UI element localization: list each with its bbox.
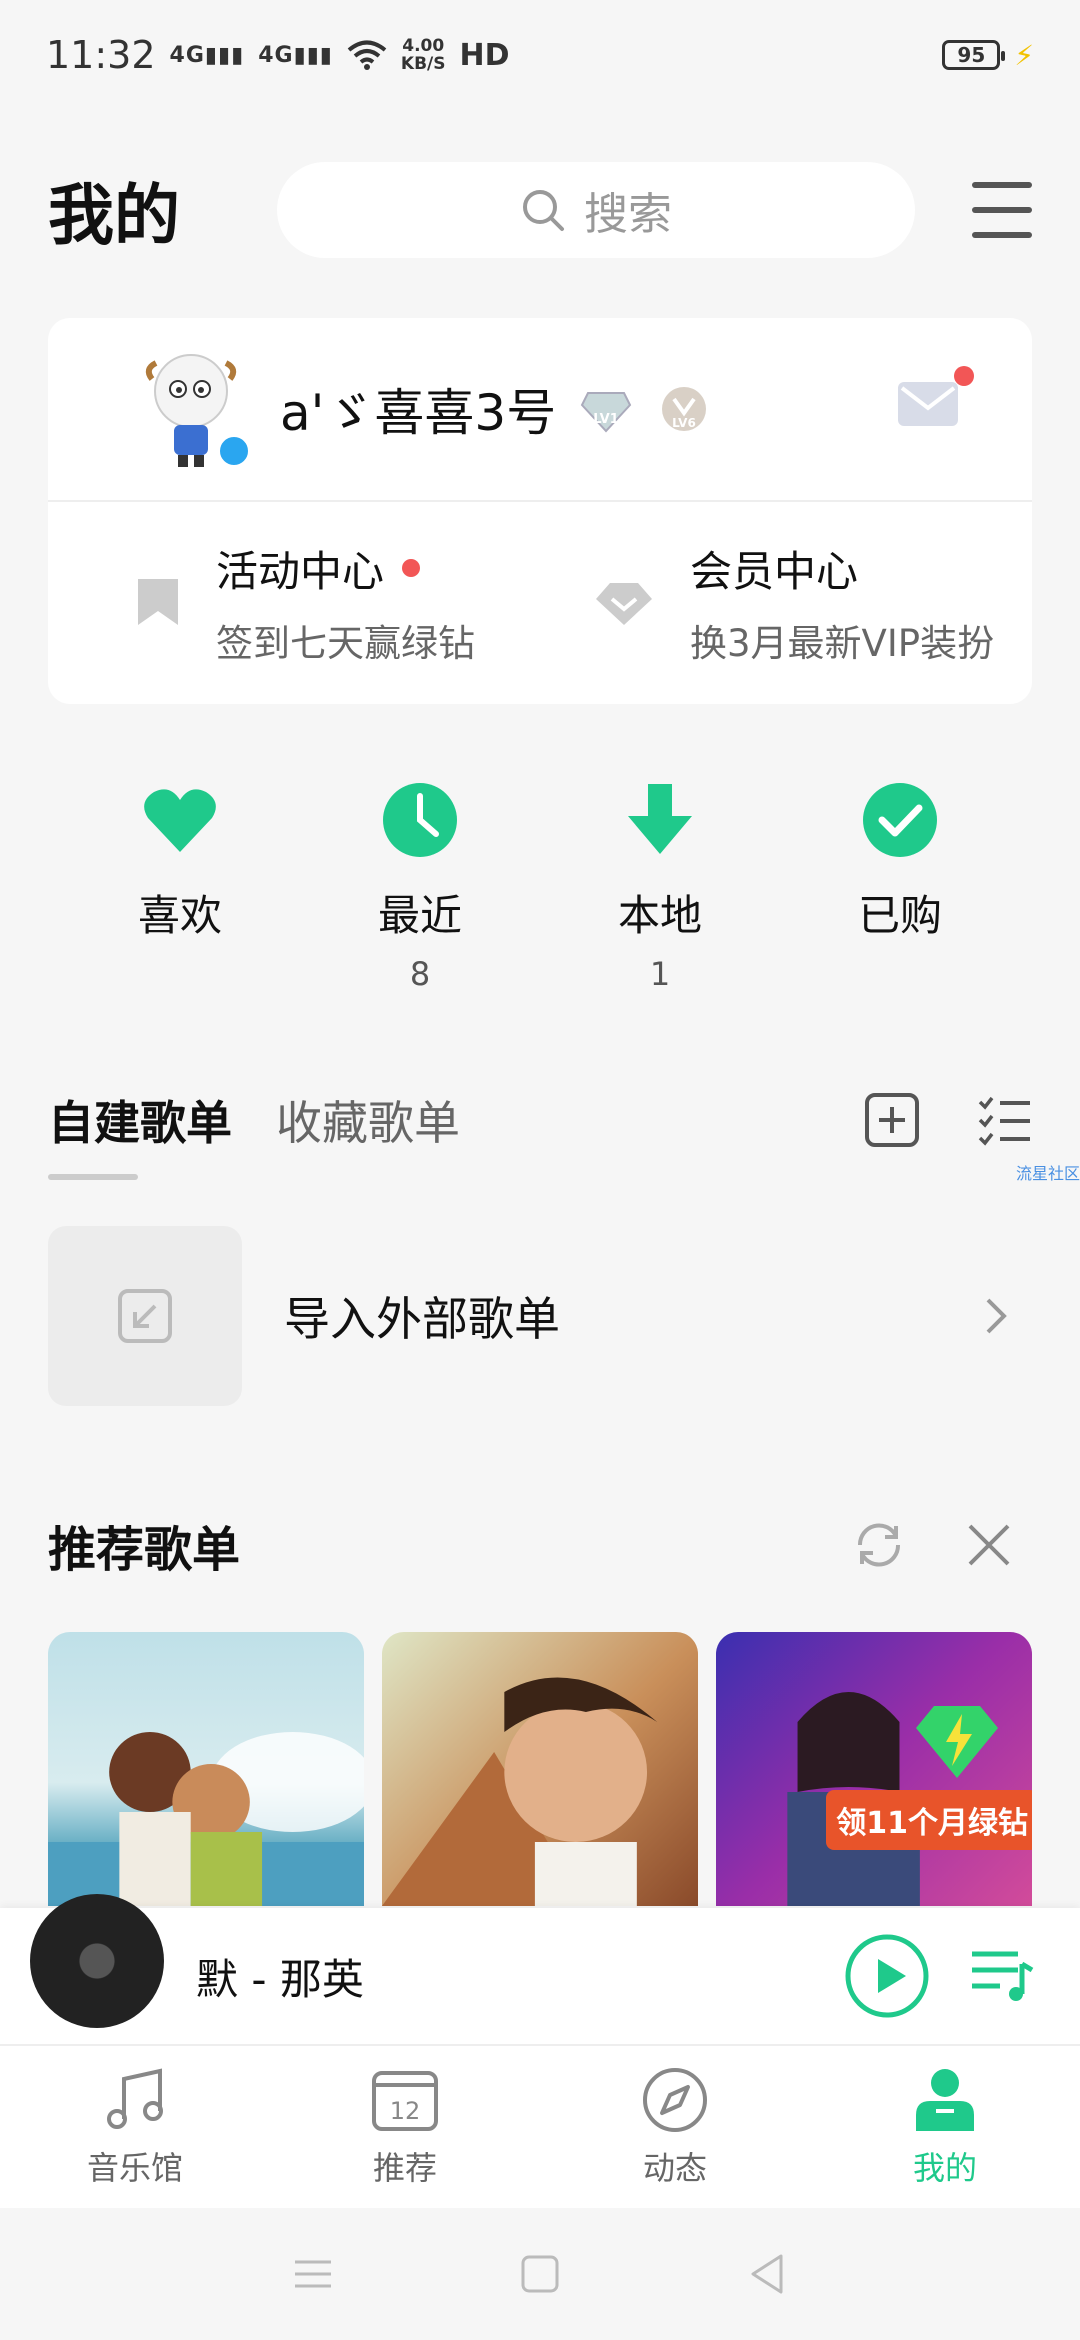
nav-recommend[interactable]: 12 推荐 [270,2046,540,2208]
level-badge-icon[interactable]: LV1 [578,383,634,435]
refresh-icon[interactable] [852,1518,906,1572]
user-icon [916,2069,974,2131]
profile-card: a'ゞ喜喜3号 LV1 LV6 活动中心 签到七天赢绿钻 会员中心 换3月最新V… [48,318,1032,704]
nav-mine[interactable]: 我的 [810,2046,1080,2208]
quick-action-label: 已购 [857,891,942,940]
nav-label: 动态 [642,2149,707,2187]
recent-apps-icon[interactable] [291,2252,335,2296]
profile-row[interactable]: a'ゞ喜喜3号 LV1 LV6 [48,318,1032,502]
import-icon [118,1289,172,1343]
vip-center[interactable]: 会员中心 换3月最新VIP装扮 [574,538,1032,667]
vip-level-badge-icon[interactable]: LV6 [656,383,712,435]
heart-icon [144,789,216,852]
network-speed: 4.00 KB/S [400,36,446,74]
nav-music-hall[interactable]: 音乐馆 [0,2046,270,2208]
music-note-icon [107,2068,163,2129]
nav-feed[interactable]: 动态 [540,2046,810,2208]
bookmark-icon [138,579,178,625]
quick-action-like[interactable]: 喜欢 [80,780,280,995]
home-icon[interactable] [518,2252,562,2296]
tab-indicator [48,1174,138,1180]
playlist-tabs: 自建歌单 收藏歌单 [48,1080,1032,1160]
green-diamond-icon [916,1706,998,1778]
search-placeholder: 搜索 [583,189,672,240]
back-icon[interactable] [745,2252,789,2296]
recommended-playlist-card[interactable]: 领11个月绿钻 [716,1632,1032,1906]
page-header: 我的 搜索 [48,160,1032,260]
compass-icon [643,2068,707,2132]
activity-center-title: 活动中心 [216,546,385,596]
quick-action-local[interactable]: 本地 1 [560,780,760,995]
svg-text:12: 12 [390,2097,421,2125]
vip-center-subtitle: 换3月最新VIP装扮 [690,621,995,665]
playlist-queue-icon[interactable] [970,1948,1036,2004]
import-playlist-row[interactable]: 导入外部歌单 [48,1226,1032,1406]
svg-text:LV1: LV1 [593,412,619,427]
username: a'ゞ喜喜3号 [280,384,557,442]
tab-created-playlists[interactable]: 自建歌单 [48,1087,232,1153]
wifi-icon [347,40,387,70]
status-time: 11:32 [46,33,156,77]
album-cover[interactable] [30,1894,164,2028]
close-icon[interactable] [962,1518,1016,1572]
status-bar: 11:32 4G▮▮▮ 4G▮▮▮ 4.00 KB/S HD 95 ⚡ [0,0,1080,110]
verified-badge-icon [216,433,252,469]
notification-dot [402,559,421,577]
hd-indicator: HD [459,37,510,73]
add-playlist-icon[interactable] [864,1092,920,1148]
avatar[interactable] [136,349,252,469]
signal-icon-2: 4G▮▮▮ [258,42,333,68]
watermark: 流星社区 [1015,1164,1080,1183]
recommended-header: 推荐歌单 [48,1508,1032,1582]
mail-icon[interactable] [896,366,974,428]
charging-icon: ⚡ [1014,38,1034,72]
quick-action-purchased[interactable]: 已购 [800,780,1000,995]
mini-player[interactable]: 默 - 那英 [0,1894,1080,2044]
chevron-right-icon [986,1298,1007,1334]
bottom-nav: 音乐馆 12 推荐 动态 我的 [0,2044,1080,2208]
nav-label: 音乐馆 [86,2149,183,2187]
quick-action-label: 喜欢 [137,891,222,940]
vip-center-title: 会员中心 [690,546,859,596]
quick-action-count: 1 [649,955,671,993]
recommended-grid: 领11个月绿钻 [48,1632,1032,1906]
nav-label: 推荐 [372,2149,437,2187]
quick-actions: 喜欢 最近 8 本地 1 已购 [60,780,1020,995]
menu-icon[interactable] [972,182,1032,238]
download-icon [628,784,692,854]
quick-action-count: 8 [409,955,431,993]
calendar-icon: 12 [372,2071,438,2131]
system-nav-bar [0,2208,1080,2340]
nav-label: 我的 [912,2149,977,2187]
page-title: 我的 [48,177,180,254]
play-icon[interactable] [844,1933,930,2019]
check-circle-icon [863,783,937,857]
clock-icon [383,783,457,857]
activity-center-subtitle: 签到七天赢绿钻 [216,621,475,665]
quick-action-recent[interactable]: 最近 8 [320,780,520,995]
signal-icon: 4G▮▮▮ [169,42,245,68]
recommended-title: 推荐歌单 [48,1522,241,1578]
quick-action-label: 最近 [377,891,462,940]
recommended-playlist-card[interactable] [48,1632,364,1906]
search-input[interactable]: 搜索 [276,162,916,258]
now-playing-song: 默 - 那英 [196,1954,364,2004]
activity-center[interactable]: 活动中心 签到七天赢绿钻 [48,538,574,667]
diamond-icon [596,583,652,625]
search-icon [522,190,564,231]
tab-collected-playlists[interactable]: 收藏歌单 [276,1087,460,1153]
battery-indicator: 95 [942,40,1006,70]
import-playlist-label: 导入外部歌单 [284,1292,560,1346]
recommended-playlist-card[interactable] [382,1632,698,1906]
manage-playlist-icon[interactable] [976,1092,1032,1148]
notification-dot [954,366,974,386]
svg-text:LV6: LV6 [672,416,696,430]
import-thumb [48,1226,242,1406]
quick-action-label: 本地 [617,891,702,940]
promo-banner[interactable]: 领11个月绿钻 [826,1790,1032,1850]
